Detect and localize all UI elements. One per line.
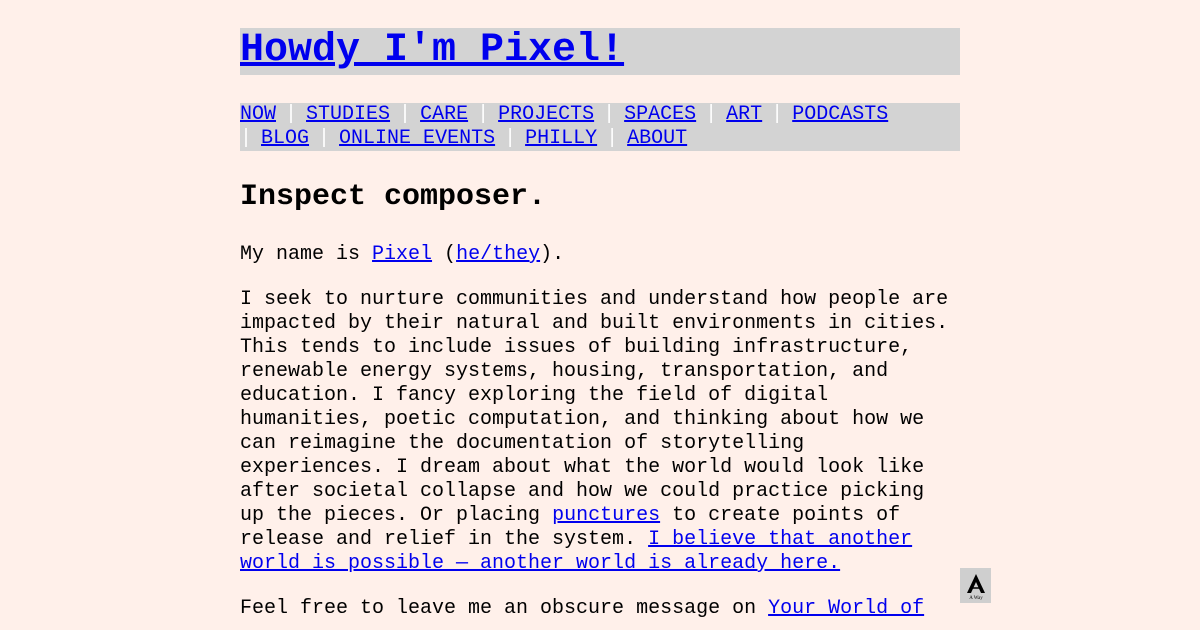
nav-separator: | [771, 103, 784, 126]
intro-paren-open: ( [432, 243, 457, 266]
bio-paragraph: I seek to nurture communities and unders… [240, 288, 960, 576]
your-world-link[interactable]: Your World of [768, 597, 924, 620]
intro-prefix: My name is [240, 243, 373, 266]
nav-separator: | [603, 103, 616, 126]
message-paragraph: Feel free to leave me an obscure message… [240, 597, 960, 621]
nav-separator: | [504, 127, 517, 150]
nav-separator: | [705, 103, 718, 126]
nav-item-now[interactable]: NOW [240, 103, 276, 126]
nav-item-blog[interactable]: BLOG [261, 127, 309, 150]
nav-item-online-events[interactable]: ONLINE EVENTS [339, 127, 495, 150]
nav-separator: | [318, 127, 331, 150]
nav-item-studies[interactable]: STUDIES [306, 103, 390, 126]
intro-paren-close: ). [540, 243, 565, 266]
aw-logo-icon: A Way [966, 573, 985, 601]
intro-paragraph: My name is Pixel (he/they). [240, 243, 960, 267]
webring-badge[interactable]: A Way [960, 568, 991, 603]
nav-separator: | [285, 103, 298, 126]
nav-separator: | [477, 103, 490, 126]
nav-item-spaces[interactable]: SPACES [624, 103, 696, 126]
bio-text: I seek to nurture communities and unders… [240, 288, 949, 527]
site-title: Howdy I'm Pixel! [240, 28, 960, 75]
nav-separator: | [399, 103, 412, 126]
nav-separator: | [240, 127, 253, 150]
name-link[interactable]: Pixel [372, 243, 432, 266]
nav-item-about[interactable]: ABOUT [627, 127, 687, 150]
badge-text: A Way [969, 596, 983, 601]
punctures-link[interactable]: punctures [552, 504, 660, 527]
nav-separator: | [606, 127, 619, 150]
nav-item-projects[interactable]: PROJECTS [498, 103, 594, 126]
nav-item-podcasts[interactable]: PODCASTS [792, 103, 888, 126]
main-nav: NOW | STUDIES | CARE | PROJECTS | SPACES | ART | POD… [240, 103, 960, 151]
nav-item-philly[interactable]: PHILLY [525, 127, 597, 150]
pronouns-link[interactable]: he/they [456, 243, 540, 266]
page-content: Howdy I'm Pixel! NOW | STUDIES | CARE | PROJEC… [240, 28, 960, 621]
nav-item-art[interactable]: ART [726, 103, 762, 126]
message-prefix: Feel free to leave me an obscure message… [240, 597, 769, 620]
nav-item-care[interactable]: CARE [420, 103, 468, 126]
site-title-link[interactable]: Howdy I'm Pixel! [240, 28, 624, 73]
page-heading: Inspect composer. [240, 180, 547, 214]
